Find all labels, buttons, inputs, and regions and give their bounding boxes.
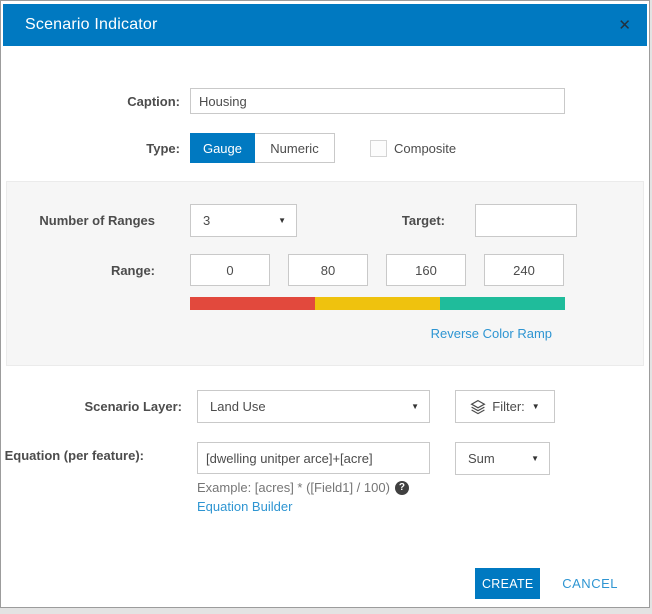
range-inputs bbox=[190, 254, 564, 286]
type-row: Type: Gauge Numeric Composite bbox=[3, 133, 647, 163]
target-input[interactable] bbox=[475, 204, 577, 237]
type-segmented-control: Gauge Numeric bbox=[190, 133, 335, 163]
equation-builder-row: Equation Builder bbox=[197, 499, 647, 514]
filter-button[interactable]: Filter: ▼ bbox=[455, 390, 555, 423]
help-icon[interactable]: ? bbox=[395, 481, 409, 495]
caption-row: Caption: bbox=[3, 88, 647, 114]
type-label: Type: bbox=[3, 141, 180, 156]
numeric-button[interactable]: Numeric bbox=[255, 133, 335, 163]
equation-input[interactable] bbox=[197, 442, 430, 474]
ranges-panel: Number of Ranges 3 ▼ Target: Range: Reve… bbox=[6, 181, 644, 366]
create-button[interactable]: CREATE bbox=[475, 568, 540, 599]
reverse-color-ramp-link[interactable]: Reverse Color Ramp bbox=[431, 326, 552, 341]
gauge-button[interactable]: Gauge bbox=[190, 133, 255, 163]
reverse-color-ramp-row: Reverse Color Ramp bbox=[7, 326, 643, 341]
scenario-indicator-dialog: Scenario Indicator ✕ Caption: Type: Gaug… bbox=[0, 0, 650, 608]
range-input-2[interactable] bbox=[288, 254, 368, 286]
chevron-down-icon: ▼ bbox=[531, 455, 539, 463]
target-label: Target: bbox=[297, 213, 445, 228]
equation-example-row: Example: [acres] * ([Field1] / 100) ? bbox=[197, 480, 647, 495]
number-of-ranges-dropdown[interactable]: 3 ▼ bbox=[190, 204, 297, 237]
dialog-footer: CREATE CANCEL bbox=[3, 568, 647, 599]
page-title: Scenario Indicator bbox=[25, 16, 158, 34]
layers-icon bbox=[470, 399, 486, 415]
aggregation-dropdown[interactable]: Sum ▼ bbox=[455, 442, 550, 475]
range-input-1[interactable] bbox=[190, 254, 270, 286]
equation-label: Equation (per feature): bbox=[3, 442, 144, 465]
number-of-ranges-row: Number of Ranges 3 ▼ Target: bbox=[7, 204, 643, 237]
equation-builder-link[interactable]: Equation Builder bbox=[197, 499, 292, 514]
caption-label: Caption: bbox=[3, 94, 180, 109]
cancel-button[interactable]: CANCEL bbox=[562, 576, 618, 591]
number-of-ranges-label: Number of Ranges bbox=[7, 213, 155, 228]
color-ramp bbox=[190, 297, 565, 310]
ramp-segment-yellow bbox=[315, 297, 440, 310]
chevron-down-icon: ▼ bbox=[411, 403, 419, 411]
chevron-down-icon: ▼ bbox=[278, 217, 286, 225]
chevron-down-icon: ▼ bbox=[532, 403, 540, 411]
equation-example-text: Example: [acres] * ([Field1] / 100) bbox=[197, 480, 390, 495]
close-icon[interactable]: ✕ bbox=[618, 18, 631, 33]
scenario-layer-row: Scenario Layer: Land Use ▼ Filter: ▼ bbox=[3, 390, 647, 423]
composite-checkbox[interactable] bbox=[370, 140, 387, 157]
range-input-4[interactable] bbox=[484, 254, 564, 286]
number-of-ranges-value: 3 bbox=[203, 213, 210, 228]
composite-label: Composite bbox=[394, 141, 456, 156]
equation-row: Equation (per feature): Sum ▼ bbox=[3, 442, 647, 475]
scenario-layer-label: Scenario Layer: bbox=[3, 399, 182, 414]
scenario-layer-value: Land Use bbox=[210, 399, 266, 414]
dialog-header: Scenario Indicator ✕ bbox=[3, 4, 647, 46]
aggregation-value: Sum bbox=[468, 451, 495, 466]
filter-label: Filter: bbox=[492, 399, 525, 414]
caption-input[interactable] bbox=[190, 88, 565, 114]
ramp-segment-red bbox=[190, 297, 315, 310]
range-row: Range: bbox=[7, 254, 643, 286]
range-label: Range: bbox=[7, 263, 155, 278]
scenario-layer-dropdown[interactable]: Land Use ▼ bbox=[197, 390, 430, 423]
ramp-segment-green bbox=[440, 297, 565, 310]
range-input-3[interactable] bbox=[386, 254, 466, 286]
